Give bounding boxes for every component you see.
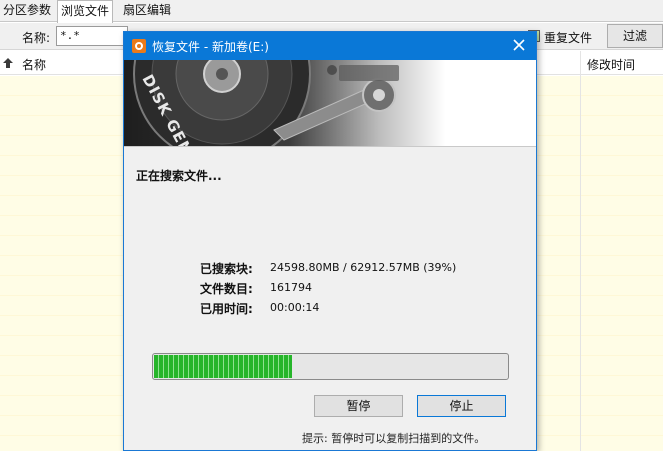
name-filter-label: 名称: [22,31,51,45]
searched-blocks-value: 24598.80MB / 62912.57MB (39%) [270,261,457,274]
filter-button[interactable]: 过滤 [607,24,663,48]
elapsed-time-value: 00:00:14 [270,301,320,314]
pause-button[interactable]: 暂停 [314,395,403,417]
search-progress-bar [152,353,509,380]
dialog-titlebar[interactable]: 恢复文件 - 新加卷(E:) [124,32,536,60]
column-header-modified-time[interactable]: 修改时间 [587,56,635,73]
disk-genius-app-icon [132,39,146,53]
tab-browse-files[interactable]: 浏览文件 [57,0,114,23]
column-header-name[interactable]: 名称 [22,56,46,73]
tab-partition-params[interactable]: 分区参数 [0,0,54,22]
duplicate-files-label: 重复文件 [544,31,593,45]
file-count-value: 161794 [270,281,312,294]
elapsed-time-label: 已用时间: [200,302,253,316]
file-count-label: 文件数目: [200,282,253,296]
close-icon[interactable] [512,38,526,52]
dialog-title: 恢复文件 - 新加卷(E:) [152,40,269,54]
tab-sector-edit[interactable]: 扇区编辑 [120,0,174,22]
main-tab-bar: 分区参数 浏览文件 扇区编辑 [0,0,663,23]
column-divider [580,51,581,451]
stop-button[interactable]: 停止 [417,395,506,417]
disk-genius-banner: DISK GENIUS [124,60,536,146]
search-status-heading: 正在搜索文件... [136,169,222,183]
banner-divider [124,146,536,147]
recover-files-dialog: 恢复文件 - 新加卷(E:) DISK GENIUS 正在搜索文件... 已搜索… [123,31,537,451]
sort-up-icon[interactable] [2,57,14,69]
hint-text: 提示: 暂停时可以复制扫描到的文件。 [302,432,486,445]
hard-disk-image: DISK GENIUS [133,60,399,146]
search-progress-fill [154,355,292,378]
name-filter-input[interactable]: *.* [56,26,128,46]
searched-blocks-label: 已搜索块: [200,262,253,276]
